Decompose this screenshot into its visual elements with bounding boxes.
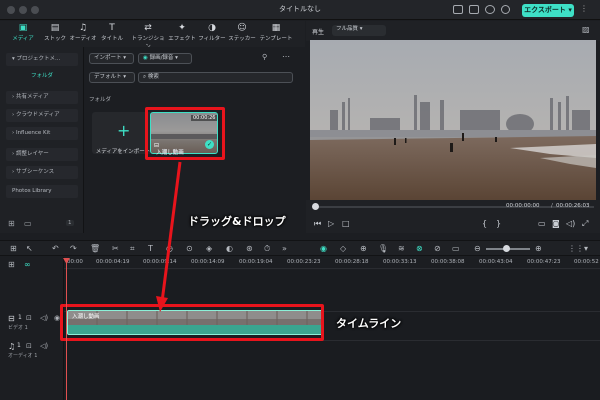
drag-arrow <box>156 161 182 312</box>
timeline-annotation: タイムライン <box>336 317 402 330</box>
drag-drop-annotation: ドラッグ&ドロップ <box>188 215 286 228</box>
